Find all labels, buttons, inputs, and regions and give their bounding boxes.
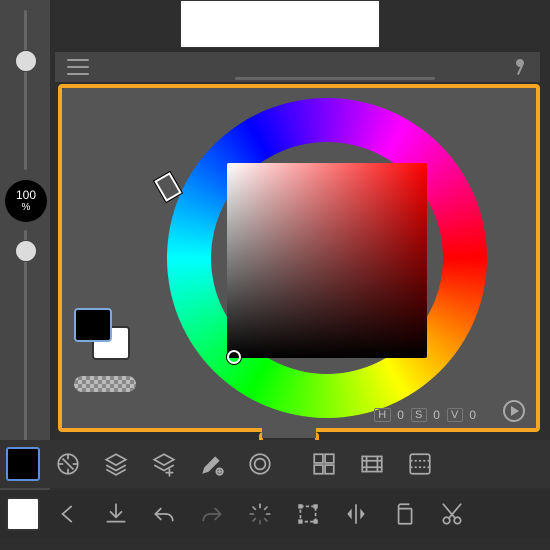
cut-icon[interactable] <box>432 494 472 534</box>
color-swatches <box>74 308 139 368</box>
circle-tool-icon[interactable] <box>240 444 280 484</box>
h-label: H <box>374 408 391 422</box>
copy-icon[interactable] <box>384 494 424 534</box>
hsv-readout: H 0 S 0 V 0 <box>374 408 477 422</box>
canvas-thumbnail <box>180 0 380 48</box>
s-value: 0 <box>433 408 441 422</box>
redo-icon[interactable] <box>192 494 232 534</box>
color-history-play-icon[interactable] <box>503 400 525 422</box>
left-rail: 100 % <box>0 0 50 490</box>
filmstrip-icon[interactable] <box>352 444 392 484</box>
transparency-swatch[interactable] <box>74 376 136 392</box>
color-panel-header <box>55 52 540 82</box>
export-icon[interactable] <box>96 494 136 534</box>
v-value: 0 <box>469 408 477 422</box>
opacity-unit: % <box>22 202 31 213</box>
opacity-slider-knob[interactable] <box>15 240 37 262</box>
sv-cursor[interactable] <box>227 350 241 364</box>
toolbar-fg-swatch[interactable] <box>6 447 40 481</box>
undo-icon[interactable] <box>144 494 184 534</box>
sv-square[interactable] <box>227 163 427 358</box>
color-sampler-icon[interactable] <box>48 444 88 484</box>
pin-icon[interactable] <box>512 59 528 75</box>
grid-panel-icon[interactable] <box>400 444 440 484</box>
opacity-slider-track[interactable] <box>24 230 27 470</box>
header-drag-handle[interactable] <box>235 77 435 80</box>
brush-size-slider-knob[interactable] <box>15 50 37 72</box>
brush-settings-icon[interactable] <box>192 444 232 484</box>
flip-icon[interactable] <box>336 494 376 534</box>
toolbar-main <box>0 440 550 488</box>
toolbar-secondary <box>0 490 550 538</box>
loading-icon[interactable] <box>240 494 280 534</box>
color-picker-panel: H 0 S 0 V 0 <box>62 88 537 428</box>
panels-icon[interactable] <box>304 444 344 484</box>
opacity-value: 100 <box>16 189 36 202</box>
layer-fx-icon[interactable] <box>144 444 184 484</box>
layers-icon[interactable] <box>96 444 136 484</box>
back-icon[interactable] <box>48 494 88 534</box>
opacity-badge[interactable]: 100 % <box>5 180 47 222</box>
toolbar-bg-swatch[interactable] <box>6 497 40 531</box>
v-label: V <box>447 408 463 422</box>
h-value: 0 <box>397 408 405 422</box>
highlight-bridge <box>262 428 316 438</box>
transform-icon[interactable] <box>288 494 328 534</box>
s-label: S <box>411 408 427 422</box>
brush-size-slider-track[interactable] <box>24 10 27 170</box>
hamburger-menu-icon[interactable] <box>67 59 89 75</box>
foreground-swatch[interactable] <box>74 308 112 342</box>
